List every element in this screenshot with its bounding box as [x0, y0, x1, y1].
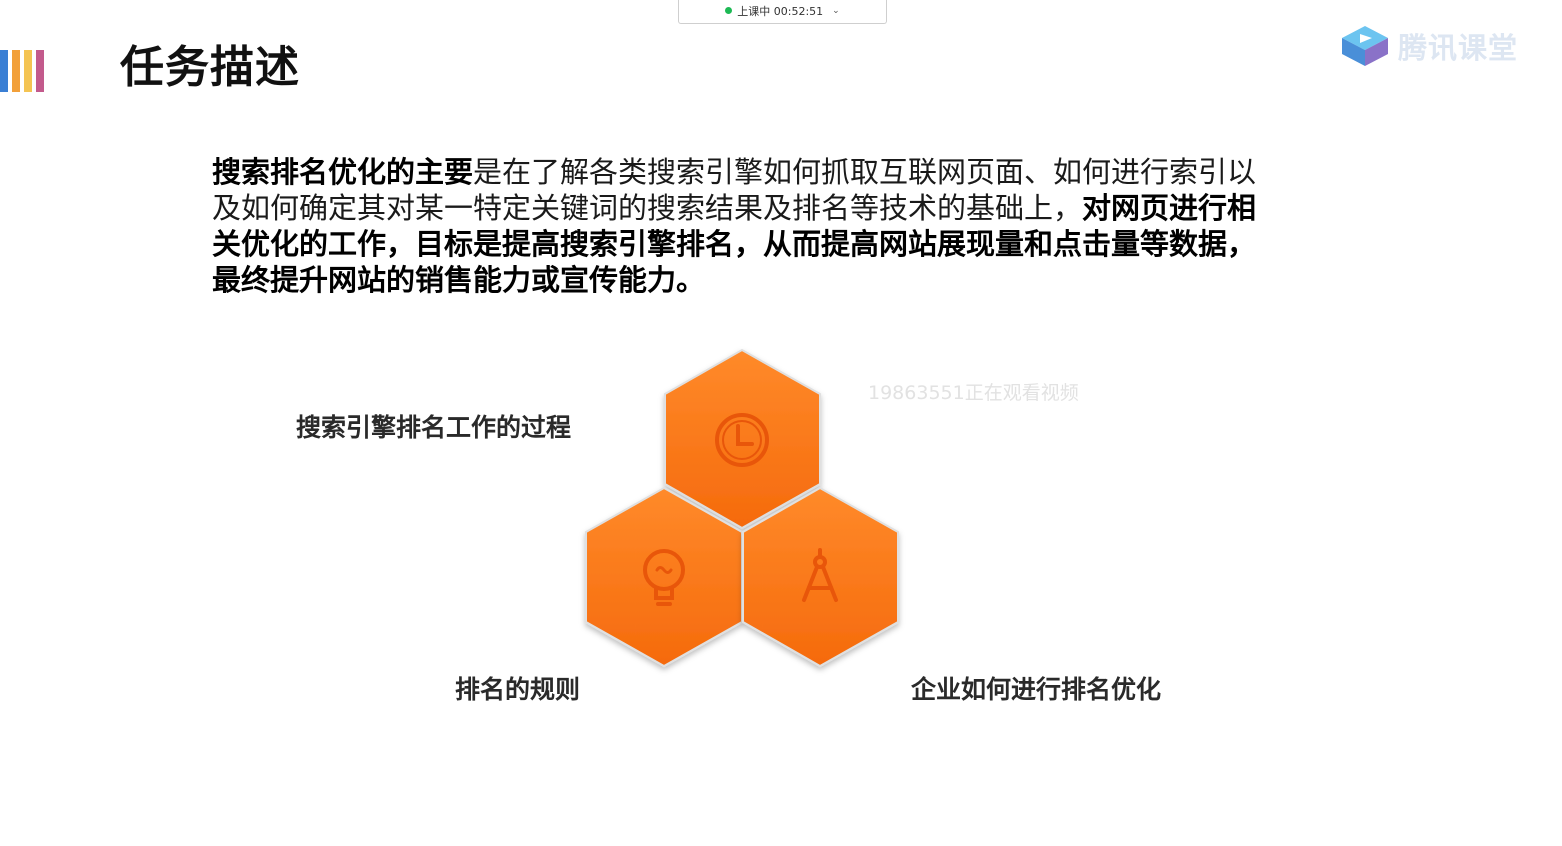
hexagon-diagram: [585, 348, 899, 668]
topic-enterprise-optimization: 企业如何进行排名优化: [911, 675, 1162, 704]
class-status-indicator[interactable]: 上课中 00:52:51 ⌄: [678, 0, 887, 24]
topic-ranking-rules: 排名的规则: [455, 675, 581, 704]
accent-bar: [12, 50, 20, 92]
accent-bar: [0, 50, 8, 92]
live-dot-icon: [725, 7, 733, 14]
title-accent-bars: [0, 50, 44, 92]
chevron-down-icon[interactable]: ⌄: [832, 6, 840, 16]
task-description: 搜索排名优化的主要是在了解各类搜索引擎如何抓取互联网页面、如何进行索引以及如何确…: [212, 154, 1257, 298]
topic-ranking-process: 搜索引擎排名工作的过程: [296, 413, 572, 442]
class-status-text: 上课中 00:52:51: [737, 4, 824, 18]
accent-bar: [36, 50, 44, 92]
desc-bold-lead: 搜索排名优化的主要: [212, 155, 474, 189]
brand-logo: 腾讯课堂: [1340, 24, 1518, 68]
play-cube-icon: [1342, 26, 1388, 66]
brand-name: 腾讯课堂: [1398, 31, 1519, 65]
page-title: 任务描述: [120, 42, 300, 93]
accent-bar: [24, 50, 32, 92]
